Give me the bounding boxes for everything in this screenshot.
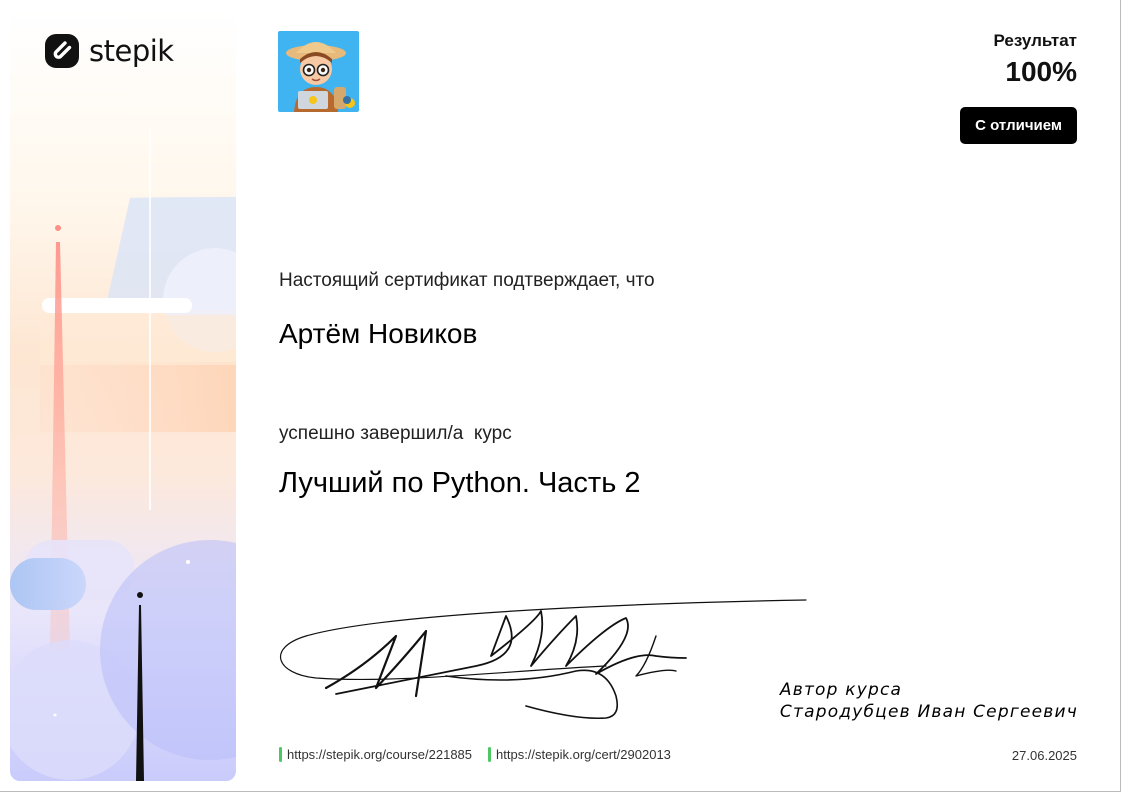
student-name: Артём Новиков (279, 318, 478, 349)
logo-text: stepik (89, 34, 174, 68)
result-value: 100% (1005, 56, 1077, 87)
cert-url[interactable]: https://stepik.org/cert/2902013 (496, 747, 671, 762)
completed-text: успешно завершил/а курс (279, 423, 512, 444)
issue-date: 27.06.2025 (1011, 748, 1077, 763)
side-panel-graphic (10, 130, 236, 781)
cert-link[interactable]: https://stepik.org/cert/2902013 (488, 747, 671, 762)
certificate-page: stepik Результат 100% С отличием Настоящ… (0, 0, 1121, 792)
course-url[interactable]: https://stepik.org/course/221885 (287, 747, 472, 762)
stepik-logo-icon (45, 34, 79, 68)
link-marker-icon (488, 747, 492, 762)
link-marker-icon (279, 747, 282, 762)
author-name: Стародубцев Иван Сергеевич (779, 702, 1078, 722)
course-link[interactable]: https://stepik.org/course/221885 (279, 747, 472, 762)
footer-links: https://stepik.org/course/221885 https:/… (279, 747, 671, 762)
author-role: Автор курса (779, 680, 903, 700)
result-label: Результат (993, 31, 1078, 50)
author-signature (279, 599, 807, 720)
decorative-side-panel (10, 10, 236, 781)
confirm-text: Настоящий сертификат подтверждает, что (279, 270, 655, 291)
author-block: Автор курса Стародубцев Иван Сергеевич (780, 679, 1078, 723)
distinction-badge: С отличием (960, 107, 1077, 144)
course-name: Лучший по Python. Часть 2 (279, 467, 641, 499)
stepik-logo: stepik (45, 34, 174, 68)
course-avatar (278, 31, 359, 112)
python-explorer-avatar-icon (278, 31, 359, 112)
